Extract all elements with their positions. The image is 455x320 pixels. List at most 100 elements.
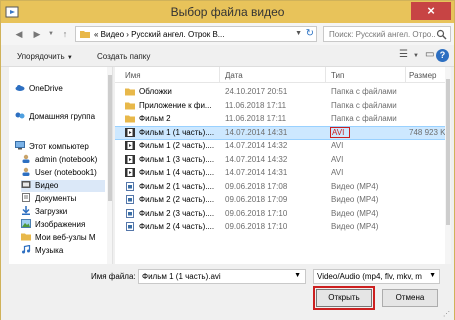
- folder-icon: [125, 115, 135, 123]
- file-row[interactable]: Фильм 2 (3 часть).... 09.06.2018 17:10 Вид…: [115, 208, 445, 220]
- recent-locations-icon[interactable]: ▼: [45, 28, 57, 40]
- file-row[interactable]: Фильм 1 (4 часть).... 14.07.2014 14:31 AVI: [115, 167, 445, 179]
- sidebar-item-label: Загрузки: [35, 207, 68, 216]
- file-size: 748 923 KI: [409, 127, 448, 137]
- close-button[interactable]: ×: [411, 2, 451, 20]
- organize-button[interactable]: Упорядочить ▼: [17, 52, 73, 61]
- video-folder-icon: [21, 181, 31, 188]
- sidebar-item-web-sites[interactable]: Мои веб-узлы M: [21, 232, 96, 244]
- file-row[interactable]: Фильм 1 (3 часть).... 14.07.2014 14:32 AVI: [115, 154, 445, 166]
- homegroup-icon: [15, 112, 25, 119]
- sidebar-scrollbar[interactable]: [107, 67, 112, 264]
- filename-value[interactable]: Фильм 1 (1 часть).avi: [142, 272, 221, 281]
- mp4-icon: [126, 181, 134, 191]
- video-icon: [125, 168, 135, 177]
- sidebar-item-label: Видео: [35, 181, 59, 190]
- mp4-icon: [126, 195, 134, 204]
- sidebar-item-label: Этот компьютер: [29, 142, 89, 151]
- filename-label: Имя файла:: [91, 272, 136, 281]
- chevron-down-icon[interactable]: ▼: [413, 53, 419, 59]
- file-date: 24.10.2017 20:51: [225, 87, 288, 96]
- file-type: AVI: [331, 168, 344, 177]
- sidebar-item-homegroup[interactable]: Домашняя группа: [15, 111, 95, 123]
- back-arrow-icon[interactable]: ◀: [13, 28, 25, 40]
- file-date: 11.06.2018 17:11: [225, 114, 287, 123]
- sidebar-item-label: User (notebook1): [35, 168, 97, 177]
- title-bar[interactable]: Выбор файла видео ×: [1, 1, 454, 23]
- file-date: 09.06.2018 17:09: [225, 195, 288, 204]
- up-arrow-icon[interactable]: ↑: [59, 28, 71, 40]
- refresh-icon[interactable]: ↻: [306, 28, 314, 39]
- address-bar[interactable]: « Видео › Русский ангел. Отрок В... ▼ ↻: [75, 26, 317, 42]
- dialog-footer: Имя файла: Фильм 1 (1 часть).avi ▼ Video…: [1, 264, 454, 320]
- file-row[interactable]: Фильм 1 (1 часть).... 14.07.2014 14:31 AVI…: [115, 125, 448, 140]
- file-row[interactable]: Приложение к фи... 11.06.2018 17:11 Папка …: [115, 100, 445, 112]
- organize-label: Упорядочить: [17, 52, 65, 61]
- file-name: Фильм 2 (3 часть)....: [139, 208, 215, 218]
- forward-arrow-icon[interactable]: ▶: [31, 28, 43, 40]
- chevron-down-icon[interactable]: ▼: [429, 272, 436, 279]
- preview-pane-icon[interactable]: ▭: [425, 49, 434, 60]
- sidebar-scrollbar-thumb[interactable]: [108, 75, 112, 201]
- file-type: AVI: [330, 126, 350, 138]
- view-options-icon[interactable]: ☰: [399, 49, 408, 60]
- file-name: Приложение к фи...: [139, 100, 212, 110]
- sidebar-item-pictures[interactable]: Изображения: [21, 219, 85, 231]
- file-type: Папка с файлами: [331, 100, 397, 110]
- file-name: Фильм 2: [139, 114, 171, 123]
- cancel-button[interactable]: Отмена: [382, 289, 438, 307]
- chevron-down-icon[interactable]: ▼: [295, 30, 302, 37]
- filename-field[interactable]: Фильм 1 (1 часть).avi ▼: [138, 269, 306, 284]
- file-date: 09.06.2018 17:10: [225, 222, 288, 231]
- column-divider[interactable]: [405, 67, 406, 83]
- sidebar-item-music[interactable]: Музыка: [21, 245, 63, 257]
- dialog-title: Выбор файла видео: [170, 5, 285, 19]
- search-icon[interactable]: [436, 29, 447, 40]
- column-header-size[interactable]: Размер: [409, 71, 437, 80]
- help-icon[interactable]: ?: [436, 49, 449, 62]
- chevron-down-icon[interactable]: ▼: [294, 272, 301, 279]
- sidebar-item-video[interactable]: Видео: [21, 180, 105, 192]
- file-list-scrollbar[interactable]: [445, 67, 451, 264]
- search-input[interactable]: Поиск: Русский ангел. Отро...: [329, 30, 435, 39]
- sidebar-item-documents[interactable]: Документы: [21, 193, 76, 205]
- filetype-select[interactable]: Video/Audio (mp4, flv, mkv, m ▼: [313, 269, 440, 284]
- video-icon: [125, 141, 135, 150]
- sidebar-item-label: Музыка: [35, 246, 64, 255]
- file-date: 14.07.2014 14:31: [225, 127, 288, 137]
- new-folder-button[interactable]: Создать папку: [97, 52, 150, 61]
- file-type: Видео (MP4): [331, 181, 379, 191]
- downloads-icon: [22, 206, 30, 215]
- sidebar-item-label: Домашняя группа: [29, 112, 96, 121]
- sidebar-item-this-pc[interactable]: Этот компьютер: [15, 141, 89, 153]
- sidebar-item-downloads[interactable]: Загрузки: [21, 206, 67, 218]
- cloud-icon: [15, 85, 25, 91]
- resize-grip-icon[interactable]: ⋰: [443, 310, 450, 318]
- file-row[interactable]: Фильм 2 (1 часть).... 09.06.2018 17:08 Вид…: [115, 181, 445, 193]
- file-row[interactable]: Обложки 24.10.2017 20:51 Папка с файлами: [115, 86, 445, 98]
- file-date: 09.06.2018 17:08: [225, 181, 288, 191]
- user-folder-icon: [22, 167, 30, 176]
- open-button[interactable]: Открыть: [313, 286, 375, 310]
- search-box[interactable]: Поиск: Русский ангел. Отро...: [323, 26, 451, 42]
- file-row[interactable]: Фильм 1 (2 часть).... 14.07.2014 14:32 AVI: [115, 140, 445, 152]
- sidebar-item-label: Документы: [35, 194, 77, 203]
- column-header-date[interactable]: Дата: [225, 71, 243, 80]
- file-row[interactable]: Фильм 2 11.06.2018 17:11 Папка с файлами: [115, 113, 445, 125]
- file-type: AVI: [331, 141, 344, 150]
- documents-icon: [22, 193, 30, 202]
- video-icon: [125, 154, 135, 164]
- navigation-bar: ◀ ▶ ▼ ↑ « Видео › Русский ангел. Отрок В…: [1, 23, 454, 45]
- column-divider[interactable]: [325, 67, 326, 83]
- file-list-scrollbar-thumb[interactable]: [446, 79, 450, 225]
- column-header-type[interactable]: Тип: [331, 71, 344, 80]
- folder-icon: [21, 233, 31, 241]
- column-divider[interactable]: [219, 67, 220, 83]
- file-list: Имя Дата Тип Размер Обложки 24.10.2017 20…: [115, 67, 451, 264]
- sidebar-item-onedrive[interactable]: OneDrive: [15, 83, 63, 95]
- sidebar-item-admin[interactable]: admin (notebook): [21, 154, 97, 166]
- file-row[interactable]: Фильм 2 (4 часть).... 09.06.2018 17:10 Вид…: [115, 221, 445, 233]
- file-row[interactable]: Фильм 2 (2 часть).... 09.06.2018 17:09 Вид…: [115, 194, 445, 206]
- sidebar-item-user[interactable]: User (notebook1): [21, 167, 97, 179]
- column-header-name[interactable]: Имя: [125, 71, 141, 80]
